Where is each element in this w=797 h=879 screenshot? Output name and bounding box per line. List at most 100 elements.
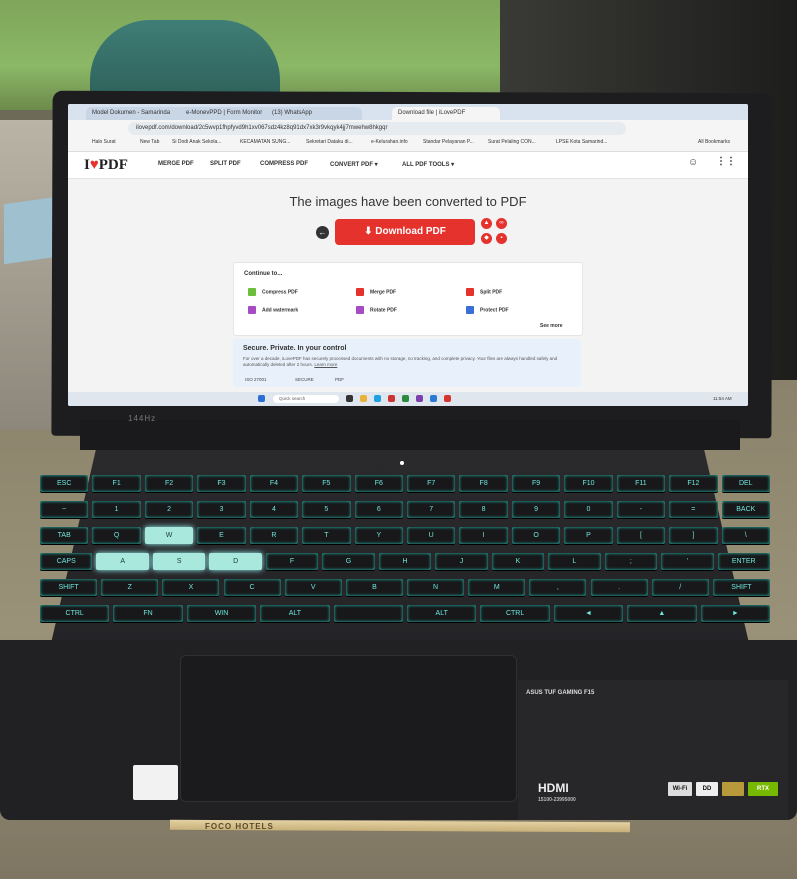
ilovepdf-logo[interactable]: I♥PDF [84, 157, 128, 174]
nav-split-pdf[interactable]: SPLIT PDF [210, 161, 241, 167]
key[interactable]: H [378, 553, 432, 570]
bookmark-item[interactable]: Standar Pelayanan P... [423, 139, 474, 145]
key[interactable]: - [616, 501, 666, 518]
browser-tab[interactable]: e-MonevPPD | Form Monitor [180, 107, 272, 120]
key[interactable]: 1 [92, 501, 141, 518]
key[interactable]: [ [616, 527, 666, 544]
bookmark-item[interactable]: Si Dodi Anak Sekola... [172, 139, 221, 145]
key[interactable]: CAPS [40, 553, 93, 570]
nav-all-pdf-tools[interactable]: ALL PDF TOOLS ▾ [402, 161, 454, 168]
key[interactable]: C [223, 579, 281, 596]
see-more-link[interactable]: See more [540, 323, 563, 329]
key[interactable]: F1 [92, 475, 141, 492]
link-icon[interactable]: ∞ [496, 218, 507, 229]
key[interactable]: ' [661, 553, 714, 570]
key[interactable]: F8 [459, 475, 508, 492]
chrome-icon[interactable] [402, 395, 409, 402]
touchpad[interactable] [180, 655, 517, 802]
bookmark-item[interactable]: Halo Surat [92, 139, 116, 145]
nav-merge-pdf[interactable]: MERGE PDF [158, 161, 194, 167]
dropbox-icon[interactable]: ◆ [481, 233, 492, 244]
key[interactable]: F2 [144, 475, 194, 492]
key[interactable]: G [322, 553, 375, 570]
nav-convert-pdf[interactable]: CONVERT PDF ▾ [330, 161, 378, 168]
key[interactable]: I [459, 527, 508, 544]
key[interactable]: P [564, 527, 613, 544]
key[interactable]: / [651, 579, 709, 596]
google-drive-icon[interactable]: ▲ [481, 218, 492, 229]
key[interactable]: F5 [302, 475, 351, 492]
bookmark-item[interactable]: Sekretari Dataku di... [306, 139, 353, 145]
key[interactable] [333, 605, 403, 622]
all-bookmarks-link[interactable]: All Bookmarks [698, 139, 730, 145]
key[interactable]: Z [101, 579, 159, 596]
key[interactable]: D [209, 553, 262, 570]
key[interactable]: . [590, 579, 648, 596]
taskview-icon[interactable] [346, 395, 353, 402]
key[interactable]: ESC [40, 475, 89, 492]
key[interactable]: L [548, 553, 601, 570]
key[interactable]: FN [113, 605, 183, 622]
key[interactable]: F6 [354, 475, 403, 492]
key[interactable]: DEL [721, 475, 770, 492]
key[interactable]: A [96, 553, 149, 570]
key[interactable]: WIN [186, 605, 257, 622]
trash-icon[interactable]: ▪ [496, 233, 507, 244]
browser-tab[interactable]: (13) WhatsApp [266, 107, 362, 120]
app-icon[interactable] [388, 395, 395, 402]
key[interactable]: F10 [564, 475, 613, 492]
key[interactable]: ; [604, 553, 658, 570]
key[interactable]: 9 [511, 501, 561, 518]
key[interactable]: ► [700, 605, 770, 622]
key[interactable]: BACK [721, 501, 770, 518]
key[interactable]: Y [354, 527, 403, 544]
key[interactable]: F3 [197, 475, 246, 492]
key[interactable]: ▲ [627, 605, 697, 622]
key[interactable]: J [435, 553, 488, 570]
bookmark-item[interactable]: New Tab [140, 139, 159, 145]
key[interactable]: O [511, 527, 561, 544]
mail-icon[interactable] [430, 395, 437, 402]
key[interactable]: CTRL [480, 605, 550, 622]
download-pdf-button[interactable]: ⬇ Download PDF [335, 219, 475, 245]
store-icon[interactable] [416, 395, 423, 402]
key[interactable]: X [162, 579, 220, 596]
key[interactable]: F7 [407, 475, 456, 492]
key[interactable]: = [669, 501, 718, 518]
key[interactable]: ~ [40, 501, 89, 518]
user-icon[interactable]: ☺ [688, 157, 698, 168]
key[interactable]: ◄ [553, 605, 624, 622]
key[interactable]: ALT [260, 605, 330, 622]
taskbar-search[interactable]: Quick search [273, 395, 339, 403]
bookmark-item[interactable]: LPSE Kota Samarind... [556, 139, 607, 145]
key[interactable]: ] [669, 527, 718, 544]
key[interactable]: CTRL [40, 605, 110, 622]
action-split-pdf[interactable]: Split PDF [466, 288, 502, 296]
key[interactable]: V [284, 579, 342, 596]
key[interactable]: F4 [249, 475, 299, 492]
key[interactable]: 2 [144, 501, 194, 518]
bookmark-item[interactable]: KECAMATAN SUNG... [240, 139, 290, 145]
key[interactable]: F9 [511, 475, 561, 492]
key[interactable]: 7 [407, 501, 456, 518]
key[interactable]: F11 [616, 475, 666, 492]
key[interactable]: Q [92, 527, 141, 544]
key[interactable]: S [152, 553, 206, 570]
key[interactable]: F12 [669, 475, 718, 492]
action-merge-pdf[interactable]: Merge PDF [356, 288, 396, 296]
bookmark-item[interactable]: e-Kelurahan.info [371, 139, 408, 145]
key[interactable]: U [407, 527, 456, 544]
action-rotate-pdf[interactable]: Rotate PDF [356, 306, 397, 314]
key[interactable]: 0 [564, 501, 613, 518]
key[interactable]: 3 [197, 501, 246, 518]
key[interactable]: W [144, 527, 194, 544]
apps-grid-icon[interactable]: ⋮⋮ [716, 156, 736, 167]
key[interactable]: 4 [249, 501, 299, 518]
key[interactable]: SHIFT [40, 579, 98, 596]
action-compress-pdf[interactable]: Compress PDF [248, 288, 298, 296]
photos-icon[interactable] [444, 395, 451, 402]
key[interactable]: \ [721, 527, 770, 544]
key[interactable]: K [491, 553, 545, 570]
key[interactable]: E [197, 527, 246, 544]
browser-tab-active[interactable]: Download file | iLovePDF [392, 107, 500, 120]
